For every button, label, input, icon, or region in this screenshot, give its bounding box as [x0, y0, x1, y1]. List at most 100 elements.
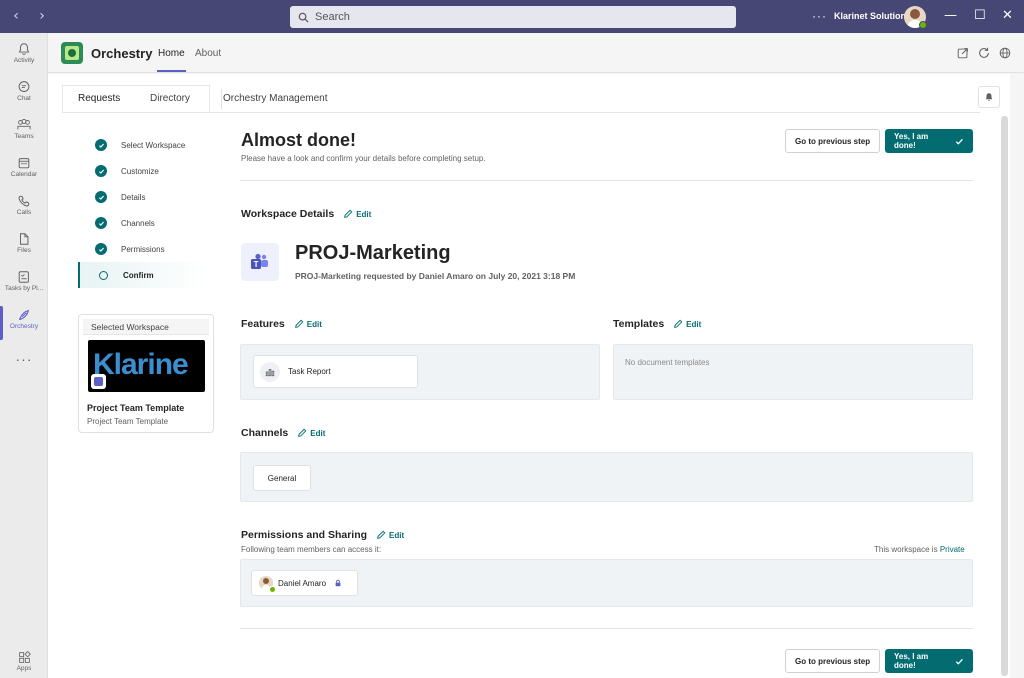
rail-item-calls[interactable]: Calls	[0, 190, 48, 228]
chat-icon	[18, 81, 30, 92]
selected-workspace-card: Selected Workspace Klarine Project Team …	[78, 314, 214, 433]
channel-chip: General	[253, 465, 311, 491]
privacy-status: This workspace is Private	[874, 545, 965, 554]
page-title: Almost done!	[241, 130, 356, 150]
more-apps-icon[interactable]: ···	[0, 351, 48, 367]
member-chip: Daniel Amaro	[251, 570, 358, 596]
presence-available-icon	[269, 586, 276, 593]
confirm-done-button-bottom[interactable]: Yes, I am done!	[885, 649, 973, 673]
members-panel: Daniel Amaro	[240, 559, 973, 607]
edit-channels-link[interactable]: Edit	[297, 428, 325, 438]
orchestry-logo	[61, 42, 83, 64]
more-options-icon[interactable]: ···	[812, 9, 827, 23]
divider	[240, 180, 973, 181]
orchestry-icon	[18, 309, 30, 320]
request-tabs: Requests Directory Orchestry Management	[62, 85, 1010, 113]
check-circle-icon	[95, 165, 107, 177]
title-bar: ‹ › Search ··· Klarinet Solutions — ☐ ✕	[0, 0, 1024, 33]
tasks-icon	[18, 271, 29, 283]
app-header: Orchestry Home About	[48, 33, 1024, 73]
edit-workspace-details-link[interactable]: Edit	[343, 209, 371, 219]
teams-icon	[17, 118, 31, 130]
workspace-template-image: Klarine	[88, 340, 205, 392]
scrollbar[interactable]	[1001, 116, 1008, 676]
maximize-button[interactable]: ☐	[974, 8, 986, 23]
klarinet-logo: Klarine	[93, 348, 189, 381]
bell-icon	[985, 93, 993, 101]
confirm-done-button[interactable]: Yes, I am done!	[885, 129, 973, 153]
feature-chip: Task Report	[253, 355, 418, 388]
rail-item-apps[interactable]: Apps	[0, 647, 48, 678]
pencil-icon	[344, 209, 353, 218]
globe-icon[interactable]	[998, 46, 1012, 60]
notifications-button[interactable]	[978, 86, 1000, 108]
refresh-icon[interactable]	[977, 46, 991, 60]
rail-item-activity[interactable]: Activity	[0, 38, 48, 76]
workspace-template-subtitle: Project Team Template	[87, 417, 169, 426]
search-input[interactable]: Search	[290, 6, 736, 28]
check-circle-icon	[95, 139, 107, 151]
minimize-button[interactable]: —	[944, 8, 957, 23]
previous-step-button[interactable]: Go to previous step	[785, 129, 881, 153]
teams-badge-icon	[91, 374, 106, 389]
bell-icon	[18, 43, 30, 55]
privacy-value: Private	[939, 545, 965, 554]
channel-label: General	[267, 473, 297, 483]
tab-requests[interactable]: Requests	[78, 93, 120, 104]
search-icon	[298, 12, 309, 23]
lock-icon	[335, 579, 341, 587]
tab-about[interactable]: About	[195, 48, 221, 59]
phone-icon	[18, 195, 30, 207]
rail-item-files[interactable]: Files	[0, 228, 48, 266]
rail-item-calendar[interactable]: Calendar	[0, 152, 48, 190]
no-templates-message: No document templates	[625, 358, 710, 367]
apps-icon	[18, 651, 31, 663]
workspace-requested-by: PROJ-Marketing requested by Daniel Amaro…	[295, 271, 576, 281]
templates-panel: No document templates	[613, 344, 973, 400]
popout-icon[interactable]	[956, 46, 970, 60]
rail-item-tasks[interactable]: Tasks by Pl...	[0, 266, 48, 304]
edit-templates-link[interactable]: Edit	[673, 319, 701, 329]
features-panel: Task Report	[240, 344, 600, 400]
step-customize[interactable]: Customize	[78, 158, 208, 184]
tab-home[interactable]: Home	[157, 48, 186, 72]
tab-directory[interactable]: Directory	[150, 93, 190, 104]
previous-step-button-bottom[interactable]: Go to previous step	[785, 649, 881, 673]
workspace-name: PROJ-Marketing	[295, 242, 451, 264]
member-name: Daniel Amaro	[278, 578, 327, 588]
step-confirm[interactable]: Confirm	[78, 262, 208, 288]
history-nav: ‹ ›	[8, 8, 50, 24]
step-select-workspace[interactable]: Select Workspace	[78, 132, 208, 158]
back-arrow-icon[interactable]: ‹	[8, 8, 24, 24]
step-permissions[interactable]: Permissions	[78, 236, 208, 262]
tab-orchestry-management[interactable]: Orchestry Management	[223, 93, 328, 104]
pencil-icon	[298, 428, 307, 437]
check-circle-icon	[95, 191, 107, 203]
check-circle-icon	[95, 243, 107, 255]
workspace-template-name: Project Team Template	[87, 403, 185, 413]
edit-features-link[interactable]: Edit	[294, 319, 322, 329]
rail-item-orchestry[interactable]: Orchestry	[0, 304, 48, 342]
permissions-heading: Permissions and Sharing Edit	[241, 529, 405, 541]
check-icon	[956, 138, 964, 145]
tabs-underline	[62, 112, 980, 113]
access-note: Following team members can access it:	[241, 545, 382, 554]
check-icon	[956, 658, 964, 665]
workspace-teams-icon: T	[241, 243, 279, 281]
rail-item-chat[interactable]: Chat	[0, 76, 48, 114]
file-icon	[20, 233, 29, 245]
edit-permissions-link[interactable]: Edit	[376, 530, 404, 540]
templates-heading: Templates Edit	[613, 318, 702, 330]
forward-arrow-icon[interactable]: ›	[34, 8, 50, 24]
scrollbar-thumb[interactable]	[1001, 116, 1008, 676]
app-name: Orchestry	[91, 46, 153, 61]
rail-item-teams[interactable]: Teams	[0, 114, 48, 152]
step-details[interactable]: Details	[78, 184, 208, 210]
pencil-icon	[377, 530, 386, 539]
presence-available-icon	[919, 21, 927, 29]
step-channels[interactable]: Channels	[78, 210, 208, 236]
app-rail: Activity Chat Teams Calendar Calls Files…	[0, 33, 48, 678]
check-circle-icon	[95, 217, 107, 229]
close-button[interactable]: ✕	[1002, 8, 1013, 23]
tab-divider	[221, 89, 222, 109]
